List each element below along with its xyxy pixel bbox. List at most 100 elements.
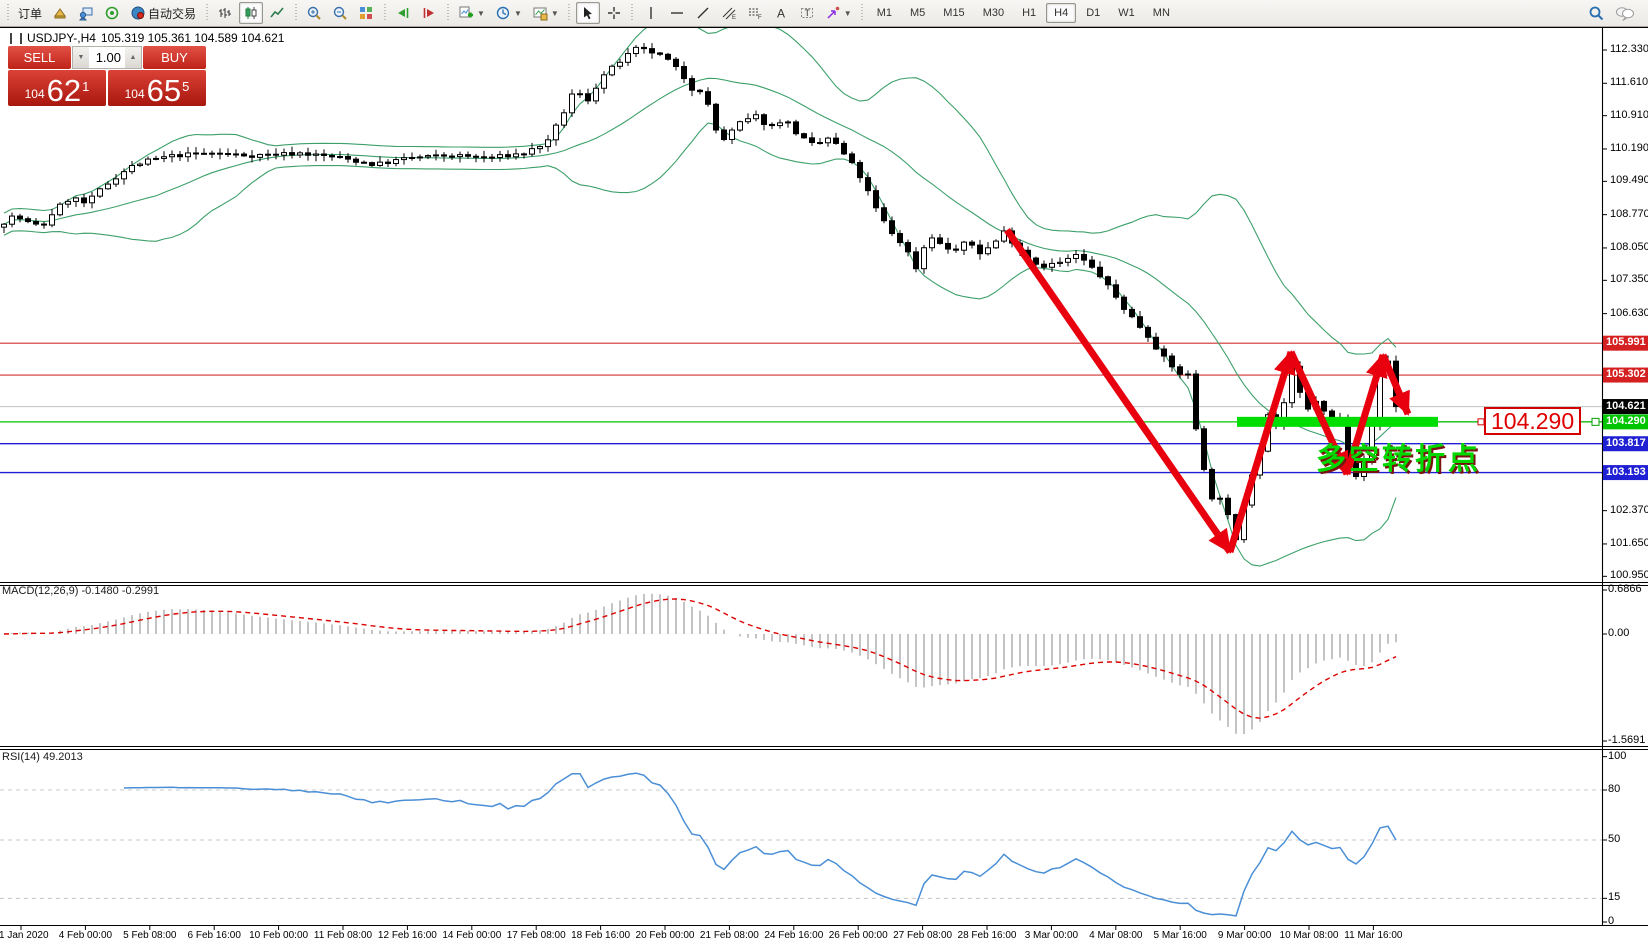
candle xyxy=(266,154,271,155)
timeframe-button-m1[interactable]: M1 xyxy=(869,3,900,23)
chevron-down-icon[interactable]: ▼ xyxy=(477,9,485,18)
candle xyxy=(186,153,191,157)
volume-decrease-button[interactable]: ▼ xyxy=(73,47,89,68)
candle xyxy=(722,130,727,140)
rsi-axis-tick: 80 xyxy=(1608,783,1620,795)
candle xyxy=(386,162,391,163)
chevron-down-icon[interactable]: ▼ xyxy=(514,9,522,18)
toolbar-group xyxy=(575,1,627,25)
toolbar-group-handle xyxy=(630,4,635,22)
candle xyxy=(426,156,431,157)
candle xyxy=(938,238,943,243)
timeframe-button-d1[interactable]: D1 xyxy=(1078,3,1108,23)
line-chart-button[interactable] xyxy=(265,2,289,24)
text-icon: A xyxy=(773,5,789,21)
zoom-out-button[interactable] xyxy=(328,2,352,24)
timeframe-button-h4[interactable]: H4 xyxy=(1046,3,1076,23)
chevron-down-icon[interactable]: ▼ xyxy=(844,9,852,18)
candle xyxy=(314,154,319,155)
time-axis-label: 6 Feb 16:00 xyxy=(188,930,241,941)
selection-handle[interactable] xyxy=(1592,418,1599,425)
chart-shift-button[interactable] xyxy=(417,2,441,24)
tile-windows-button[interactable] xyxy=(354,2,378,24)
toolbar-group xyxy=(301,1,379,25)
price-badge: 103.817 xyxy=(1606,437,1646,449)
templates-button[interactable]: ▼ xyxy=(528,2,563,24)
periods-button[interactable]: ▼ xyxy=(491,2,526,24)
text-label-button[interactable]: T xyxy=(795,2,819,24)
candle xyxy=(498,155,503,158)
candle xyxy=(674,59,679,66)
crosshair-button[interactable] xyxy=(602,2,626,24)
sell-price-button[interactable]: 104 62 1 xyxy=(8,70,106,106)
candle xyxy=(890,221,895,234)
candle xyxy=(122,172,127,179)
chat-button[interactable] xyxy=(1611,2,1639,24)
data-window-button[interactable] xyxy=(74,2,98,24)
buy-price-button[interactable]: 104 65 5 xyxy=(108,70,206,106)
timeframe-button-m5[interactable]: M5 xyxy=(902,3,933,23)
toolbar-group-handle xyxy=(293,4,298,22)
line-chart-icon xyxy=(269,5,285,21)
equidistant-channel-button[interactable]: E xyxy=(717,2,741,24)
candle xyxy=(626,54,631,63)
timeframe-button-mn[interactable]: MN xyxy=(1145,3,1178,23)
candle xyxy=(58,204,63,215)
candle xyxy=(762,115,767,125)
volume-value[interactable]: 1.00 xyxy=(89,47,125,68)
timeframe-button-m30[interactable]: M30 xyxy=(975,3,1012,23)
trendline-button[interactable] xyxy=(691,2,715,24)
text-button[interactable]: A xyxy=(769,2,793,24)
bar-chart-button[interactable] xyxy=(213,2,237,24)
timeframe-button-h1[interactable]: H1 xyxy=(1014,3,1044,23)
navigator-button[interactable] xyxy=(100,2,124,24)
trend-arrow[interactable] xyxy=(1230,352,1291,552)
timeframe-button-w1[interactable]: W1 xyxy=(1110,3,1143,23)
candle xyxy=(1122,297,1127,309)
timeframe-button-m15[interactable]: M15 xyxy=(935,3,972,23)
horizontal-line-icon xyxy=(669,5,685,21)
candle xyxy=(418,157,423,158)
price-badge: 104.621 xyxy=(1606,400,1646,412)
fibonacci-button[interactable]: F xyxy=(743,2,767,24)
candle xyxy=(634,47,639,53)
autotrading-button[interactable]: 自动交易 xyxy=(126,2,200,25)
candle xyxy=(514,154,519,157)
toolbar-group xyxy=(212,1,290,25)
toolbar-group-handle xyxy=(204,4,209,22)
candle xyxy=(666,54,671,59)
turning-point-annotation[interactable]: 多空转折点 xyxy=(1316,434,1481,478)
chevron-down-icon[interactable]: ▼ xyxy=(551,9,559,18)
time-axis-label: 3 Mar 00:00 xyxy=(1025,930,1078,941)
toolbar-group-handle xyxy=(445,4,450,22)
new-order-button[interactable]: 订单 xyxy=(14,2,46,25)
time-axis-label: 12 Feb 16:00 xyxy=(378,930,437,941)
macd-label: MACD(12,26,9) -0.1480 -0.2991 xyxy=(2,585,159,597)
cursor-button[interactable] xyxy=(576,2,600,24)
candle xyxy=(954,249,959,250)
horizontal-line-button[interactable] xyxy=(665,2,689,24)
candle xyxy=(482,157,487,158)
arrows-button[interactable]: ▼ xyxy=(821,2,856,24)
candle xyxy=(874,191,879,208)
sell-button[interactable]: SELL xyxy=(8,46,71,69)
price-axis-tick: 107.350 xyxy=(1610,273,1648,285)
buy-button[interactable]: BUY xyxy=(143,46,206,69)
candle xyxy=(354,159,359,162)
volume-increase-button[interactable]: ▲ xyxy=(125,47,141,68)
candle xyxy=(842,143,847,153)
candle-chart-button[interactable] xyxy=(239,2,263,24)
candle xyxy=(602,75,607,88)
zoom-in-button[interactable] xyxy=(302,2,326,24)
volume-field[interactable]: ▼ 1.00 ▲ xyxy=(72,46,142,69)
market-watch-button[interactable] xyxy=(48,2,72,24)
search-button[interactable] xyxy=(1584,2,1609,25)
navigator-icon xyxy=(104,5,120,21)
candle xyxy=(994,241,999,248)
candle xyxy=(1066,258,1071,262)
auto-scroll-button[interactable] xyxy=(391,2,415,24)
vertical-line-button[interactable] xyxy=(639,2,663,24)
price-level-label-box[interactable]: 104.290 xyxy=(1484,407,1581,435)
new-chart-button[interactable]: ▼ xyxy=(454,2,489,24)
autotrading-icon xyxy=(130,5,146,21)
